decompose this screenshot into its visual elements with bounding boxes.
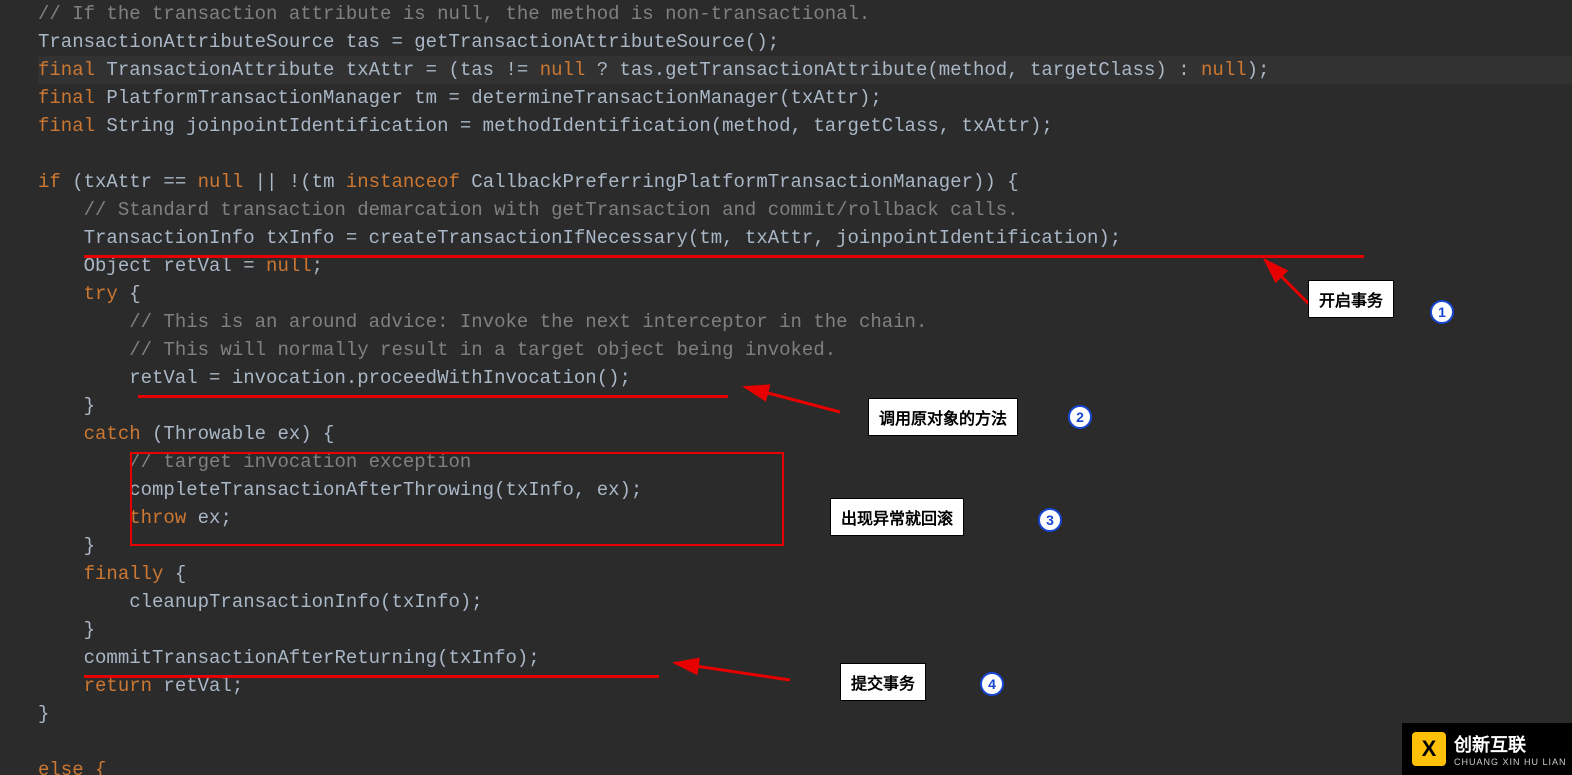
code-line: } — [38, 703, 49, 725]
code-line: TransactionInfo txInfo = createTransacti… — [84, 227, 1122, 249]
code-line: catch (Throwable ex) { — [84, 423, 335, 445]
code-line: final PlatformTransactionManager tm = de… — [38, 87, 882, 109]
logo-en-text: CHUANG XIN HU LIAN — [1454, 757, 1567, 767]
code-block: // If the transaction attribute is null,… — [0, 0, 1572, 775]
code-line: Object retVal = null; — [84, 255, 323, 277]
code-line: if (txAttr == null || !(tm instanceof Ca… — [38, 171, 1019, 193]
badge-2: 2 — [1068, 405, 1092, 429]
badge-4: 4 — [980, 672, 1004, 696]
code-line: } — [84, 395, 95, 417]
code-line: // This is an around advice: Invoke the … — [129, 311, 927, 333]
badge-3: 3 — [1038, 508, 1062, 532]
underline-3 — [84, 675, 659, 678]
watermark-logo: X 创新互联 CHUANG XIN HU LIAN — [1402, 723, 1572, 775]
logo-cn-text: 创新互联 — [1454, 731, 1567, 757]
code-line: finally { — [84, 563, 187, 585]
annot-invoke-target: 调用原对象的方法 — [868, 398, 1018, 436]
annot-rollback: 出现异常就回滚 — [830, 498, 964, 536]
logo-mark-icon: X — [1412, 732, 1446, 766]
code-line: else { — [38, 759, 106, 775]
exception-box — [130, 452, 784, 546]
code-line: final String joinpointIdentification = m… — [38, 115, 1053, 137]
underline-2 — [138, 395, 728, 398]
annot-open-tx: 开启事务 — [1308, 280, 1394, 318]
code-line: // If the transaction attribute is null,… — [38, 3, 870, 25]
code-line: retVal = invocation.proceedWithInvocatio… — [129, 367, 631, 389]
code-line: // Standard transaction demarcation with… — [84, 199, 1019, 221]
badge-1: 1 — [1430, 300, 1454, 324]
code-line: try { — [84, 283, 141, 305]
code-line: commitTransactionAfterReturning(txInfo); — [84, 647, 540, 669]
code-line: TransactionAttributeSource tas = getTran… — [38, 31, 779, 53]
code-line: // This will normally result in a target… — [129, 339, 836, 361]
underline-1 — [84, 255, 1364, 258]
code-line: } — [84, 619, 95, 641]
annot-commit: 提交事务 — [840, 663, 926, 701]
code-line: } — [84, 535, 95, 557]
code-line: return retVal; — [84, 675, 244, 697]
code-line: cleanupTransactionInfo(txInfo); — [129, 591, 482, 613]
highlighted-line: final TransactionAttribute txAttr = (tas… — [38, 56, 1572, 84]
